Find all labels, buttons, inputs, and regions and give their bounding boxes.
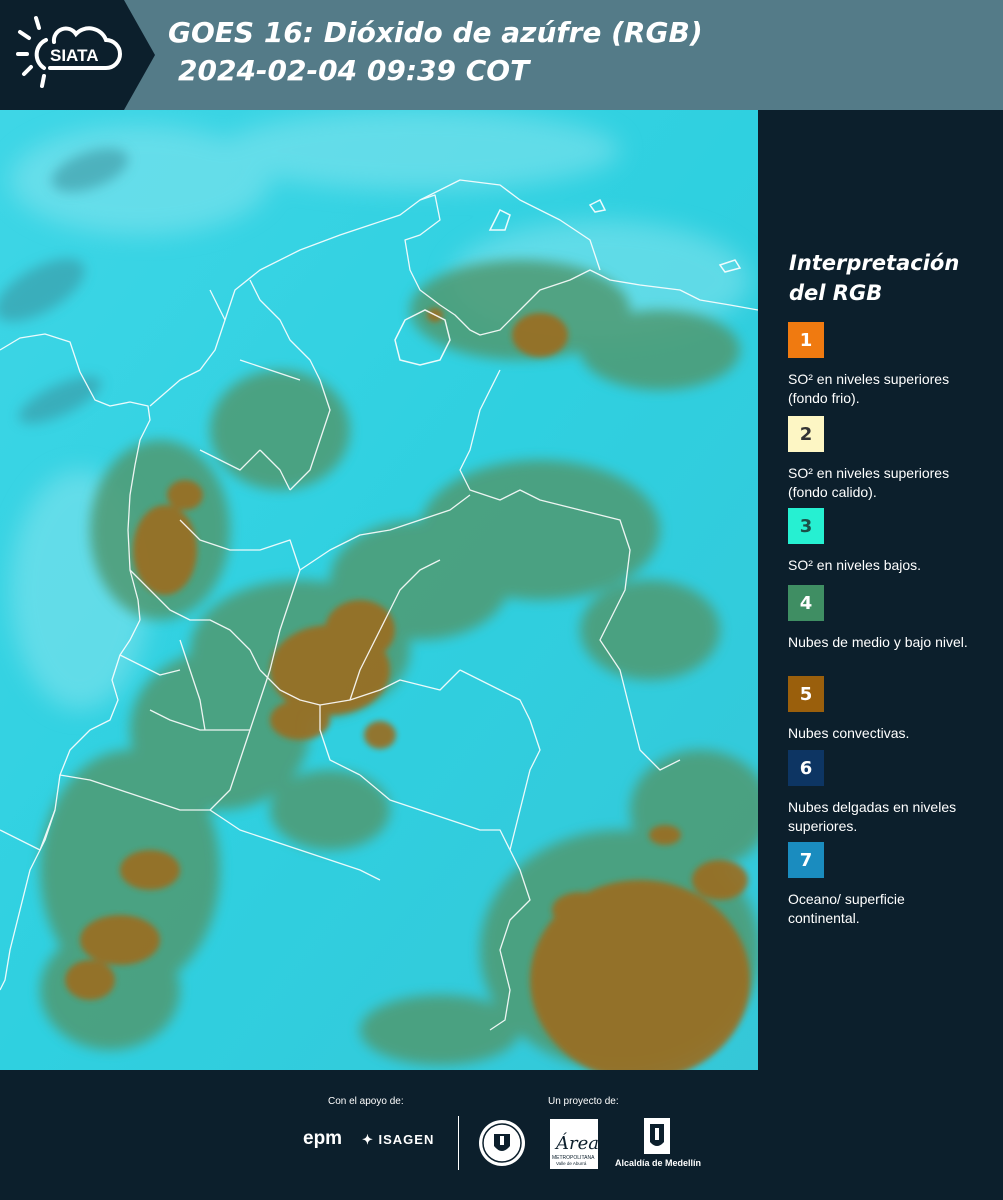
support-label: Con el apoyo de:	[328, 1096, 404, 1107]
svg-text:Área: Área	[554, 1131, 598, 1154]
legend-swatch-6: 6	[788, 750, 824, 786]
footer: Con el apoyo de: Un proyecto de: epm ✦ I…	[0, 1070, 1003, 1200]
legend-swatch-1: 1	[788, 322, 824, 358]
legend-item-2: 2 SO² en niveles superiores (fondo calid…	[788, 416, 998, 502]
legend-item-4: 4 Nubes de medio y bajo nivel.	[788, 585, 998, 652]
footer-divider	[458, 1116, 459, 1170]
legend-item-7: 7 Oceano/ superficie continental.	[788, 842, 998, 928]
page-title: GOES 16: Dióxido de azúfre (RGB) 2024-02…	[168, 14, 703, 90]
legend-label-7: Oceano/ superficie continental.	[788, 891, 905, 926]
svg-text:Valle de Aburrá: Valle de Aburrá	[556, 1161, 587, 1166]
legend-swatch-7: 7	[788, 842, 824, 878]
title-line-1: GOES 16: Dióxido de azúfre (RGB)	[168, 16, 703, 49]
svg-text:SIATA: SIATA	[50, 46, 98, 65]
legend-label-4: Nubes de medio y bajo nivel.	[788, 634, 968, 650]
so2-rgb-image	[0, 110, 770, 1080]
project-label: Un proyecto de:	[548, 1096, 619, 1107]
siata-logo: SIATA	[0, 0, 155, 110]
legend-item-5: 5 Nubes convectivas.	[788, 676, 998, 743]
legend-label-1: SO² en niveles superiores (fondo frio).	[788, 371, 950, 406]
legend-item-6: 6 Nubes delgadas en niveles superiores.	[788, 750, 998, 836]
legend-swatch-5: 5	[788, 676, 824, 712]
legend-panel: Interpretación del RGB 1 SO² en niveles …	[758, 110, 1003, 1070]
title-timestamp: 2024-02-04 09:39 COT	[178, 54, 530, 87]
legend-label-6: Nubes delgadas en niveles superiores.	[788, 799, 957, 834]
medellin-seal-icon[interactable]	[477, 1118, 527, 1168]
legend-title: Interpretación del RGB	[789, 251, 960, 305]
legend-item-3: 3 SO² en niveles bajos.	[788, 508, 998, 575]
legend-swatch-2: 2	[788, 416, 824, 452]
legend-label-2: SO² en niveles superiores (fondo calido)…	[788, 465, 950, 500]
legend-swatch-3: 3	[788, 508, 824, 544]
isagen-logo[interactable]: ✦ ISAGEN	[362, 1132, 434, 1148]
legend-swatch-4: 4	[788, 585, 824, 621]
area-metropolitana-logo[interactable]: Área METROPOLITANA Valle de Aburrá	[550, 1119, 598, 1169]
alcaldia-label: Alcaldía de Medellín	[614, 1158, 702, 1168]
sun-cloud-icon: SIATA	[16, 16, 122, 88]
header-bar: SIATA GOES 16: Dióxido de azúfre (RGB) 2…	[0, 0, 1003, 110]
legend-item-1: 1 SO² en niveles superiores (fondo frio)…	[788, 322, 998, 408]
epm-logo[interactable]: epm	[303, 1128, 342, 1150]
isagen-label: ISAGEN	[378, 1132, 435, 1147]
isagen-star-icon: ✦	[362, 1132, 379, 1147]
satellite-map[interactable]	[0, 110, 770, 1080]
legend-label-5: Nubes convectivas.	[788, 725, 910, 741]
legend-label-3: SO² en niveles bajos.	[788, 557, 922, 573]
